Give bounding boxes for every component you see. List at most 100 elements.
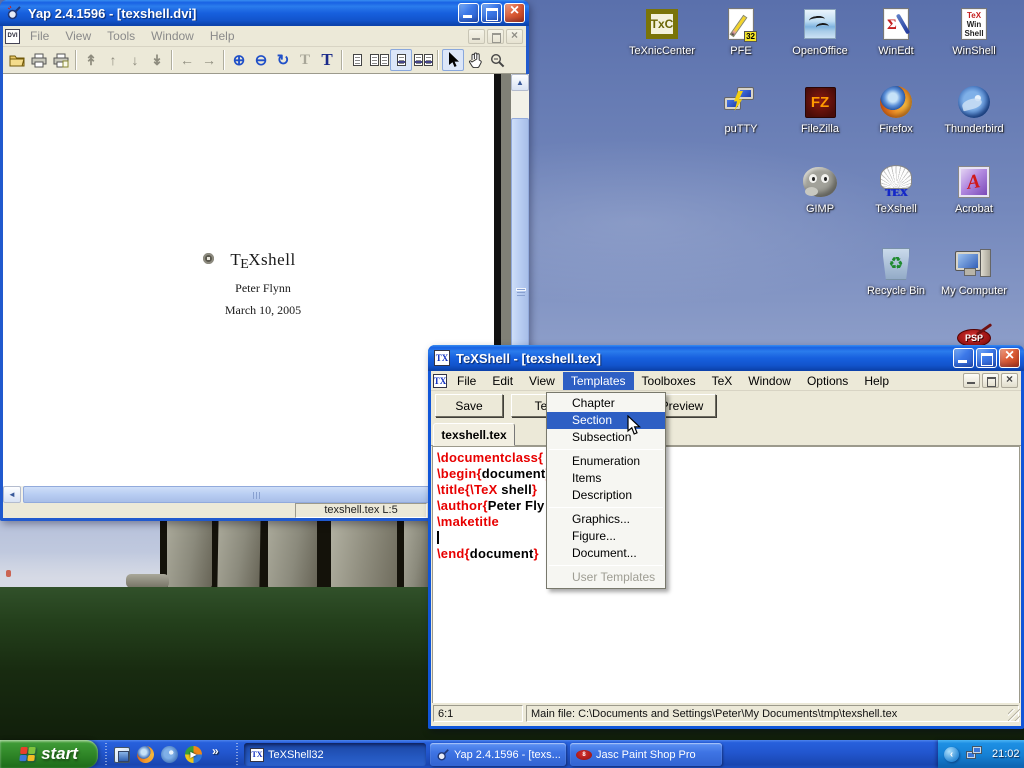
- texniccenter-icon: TxC: [626, 6, 698, 42]
- yap-mdi-close-icon[interactable]: [506, 29, 523, 44]
- texshell-mdi-restore-icon[interactable]: [982, 373, 999, 388]
- back-icon[interactable]: ←: [176, 49, 198, 71]
- tray-collapse-icon[interactable]: ‹: [944, 747, 959, 762]
- taskbar-button-texshell32[interactable]: TXTeXShell32: [244, 743, 426, 766]
- refresh-icon[interactable]: ↻: [272, 49, 294, 71]
- quicklaunch-show-desktop-icon[interactable]: [112, 745, 131, 764]
- toolbar-separator: [341, 50, 343, 70]
- desktop-icon-mycomputer[interactable]: My Computer: [938, 246, 1010, 297]
- texshell-editor[interactable]: \documentclass{\begin{document}\title{\T…: [432, 446, 1020, 703]
- editor-line: \title{\TeX shell}: [437, 482, 1019, 498]
- zoom-in-icon[interactable]: ⊕: [228, 49, 250, 71]
- desktop-icon-thunderbird[interactable]: Thunderbird: [938, 84, 1010, 135]
- menu-item-subsection[interactable]: Subsection: [547, 429, 665, 446]
- yap-minimize-button[interactable]: [458, 3, 479, 23]
- yap-menu-view[interactable]: View: [57, 27, 99, 45]
- text-mode-icon[interactable]: T: [316, 49, 338, 71]
- yap-menu-help[interactable]: Help: [202, 27, 243, 45]
- yap-pointer-icon: [203, 253, 214, 264]
- desktop-icon-texniccenter[interactable]: TxCTeXnicCenter: [626, 6, 698, 57]
- yap-mdi-minimize-icon[interactable]: [468, 29, 485, 44]
- texshell-menu-window[interactable]: Window: [740, 372, 799, 390]
- texshell-menu-file[interactable]: File: [449, 372, 484, 390]
- ruler-text-icon[interactable]: T: [294, 49, 316, 71]
- menu-item-items[interactable]: Items: [547, 470, 665, 487]
- texshell-menu-options[interactable]: Options: [799, 372, 856, 390]
- single-page-view-icon[interactable]: [346, 49, 368, 71]
- start-button[interactable]: start: [0, 740, 98, 768]
- print-page-icon[interactable]: [50, 49, 72, 71]
- menu-item-section[interactable]: Section: [547, 412, 665, 429]
- yap-maximize-button[interactable]: [481, 3, 502, 23]
- stonehenge-stone: [404, 514, 430, 590]
- horizontal-scroll-thumb[interactable]: [23, 486, 489, 503]
- desktop-icon-gimp[interactable]: GIMP: [784, 164, 856, 215]
- desktop-icon-acrobat[interactable]: AAcrobat: [938, 164, 1010, 215]
- scroll-up-button[interactable]: ▲: [511, 74, 529, 91]
- taskbar-button-yap-2-4-1596-texs[interactable]: Yap 2.4.1596 - [texs...: [430, 743, 566, 766]
- quicklaunch-firefox-icon[interactable]: [136, 745, 155, 764]
- open-icon[interactable]: [6, 49, 28, 71]
- texshell-close-button[interactable]: [999, 348, 1020, 368]
- menu-item-user-templates[interactable]: User Templates: [547, 569, 665, 586]
- pan-tool-icon[interactable]: [464, 49, 486, 71]
- texshell-menu-toolboxes[interactable]: Toolboxes: [634, 372, 704, 390]
- menu-item-enumeration[interactable]: Enumeration: [547, 453, 665, 470]
- menu-item-document[interactable]: Document...: [547, 545, 665, 562]
- menu-item-description[interactable]: Description: [547, 487, 665, 504]
- yap-titlebar[interactable]: Yap 2.4.1596 - [texshell.dvi]: [0, 0, 529, 26]
- zoom-out-icon[interactable]: ⊖: [250, 49, 272, 71]
- desktop-icon-winshell[interactable]: TeXWinShellWinShell: [938, 6, 1010, 57]
- yap-menu-tools[interactable]: Tools: [99, 27, 143, 45]
- yap-close-button[interactable]: [504, 3, 525, 23]
- select-tool-icon[interactable]: [442, 49, 464, 71]
- page-down-icon[interactable]: ↓: [124, 49, 146, 71]
- network-icon[interactable]: [966, 746, 984, 762]
- texshell-menu-edit[interactable]: Edit: [484, 372, 521, 390]
- continuous-view-icon[interactable]: [390, 49, 412, 71]
- forward-icon[interactable]: →: [198, 49, 220, 71]
- magnifier-tool-icon[interactable]: [486, 49, 508, 71]
- texshell-maximize-button[interactable]: [976, 348, 997, 368]
- texshell-menu-templates[interactable]: Templates: [563, 372, 634, 390]
- menu-item-chapter[interactable]: Chapter: [547, 395, 665, 412]
- texshell-titlebar[interactable]: TX TeXShell - [texshell.tex]: [428, 345, 1024, 371]
- texshell-menu-view[interactable]: View: [521, 372, 563, 390]
- menu-item-graphics[interactable]: Graphics...: [547, 511, 665, 528]
- scroll-left-button[interactable]: ◄: [3, 486, 21, 503]
- desktop-icon-pfe[interactable]: 32PFE: [705, 6, 777, 57]
- texshell-mdi-close-icon[interactable]: [1001, 373, 1018, 388]
- desktop-icon-openoffice[interactable]: OpenOffice: [784, 6, 856, 57]
- texshell-menu-tex[interactable]: TeX: [704, 372, 741, 390]
- texshell-menu-help[interactable]: Help: [856, 372, 897, 390]
- desktop-icon-label: OpenOffice: [784, 45, 856, 57]
- two-page-view-icon[interactable]: [368, 49, 390, 71]
- print-icon[interactable]: [28, 49, 50, 71]
- taskbar-button-jasc-paint-shop-pro[interactable]: 8Jasc Paint Shop Pro: [570, 743, 722, 766]
- desktop-icon-filezilla[interactable]: FZFileZilla: [784, 84, 856, 135]
- two-continuous-view-icon[interactable]: [412, 49, 434, 71]
- page-up-icon[interactable]: ↑: [102, 49, 124, 71]
- menu-item-figure[interactable]: Figure...: [547, 528, 665, 545]
- desktop-icon-winedt[interactable]: ΣWinEdt: [860, 6, 932, 57]
- desktop-icon-recyclebin[interactable]: ♻Recycle Bin: [860, 246, 932, 297]
- texshell-mdi-minimize-icon[interactable]: [963, 373, 980, 388]
- yap-mdi-restore-icon[interactable]: [487, 29, 504, 44]
- desktop-icon-firefox[interactable]: Firefox: [860, 84, 932, 135]
- desktop-icon-label: PFE: [705, 45, 777, 57]
- first-page-icon[interactable]: ↟: [80, 49, 102, 71]
- save-button[interactable]: Save: [435, 394, 503, 417]
- last-page-icon[interactable]: ↡: [146, 49, 168, 71]
- texshell-minimize-button[interactable]: [953, 348, 974, 368]
- quicklaunch-overflow-chevron[interactable]: »: [212, 744, 219, 758]
- resize-grip[interactable]: [1008, 709, 1020, 721]
- desktop-icon-texshell[interactable]: TEXTeXshell: [860, 164, 932, 215]
- quicklaunch-media-player-icon[interactable]: ▶: [184, 745, 203, 764]
- desktop-icon-putty[interactable]: puTTY: [705, 84, 777, 135]
- yap-menu-file[interactable]: File: [22, 27, 57, 45]
- texshell-tabrow: texshell.tex: [431, 420, 1021, 446]
- quicklaunch-thunderbird-icon[interactable]: [160, 745, 179, 764]
- dvi-page[interactable]: TEXshell Peter Flynn March 10, 2005: [3, 74, 501, 486]
- tab-texshell-tex[interactable]: texshell.tex: [433, 423, 515, 446]
- yap-menu-window[interactable]: Window: [143, 27, 202, 45]
